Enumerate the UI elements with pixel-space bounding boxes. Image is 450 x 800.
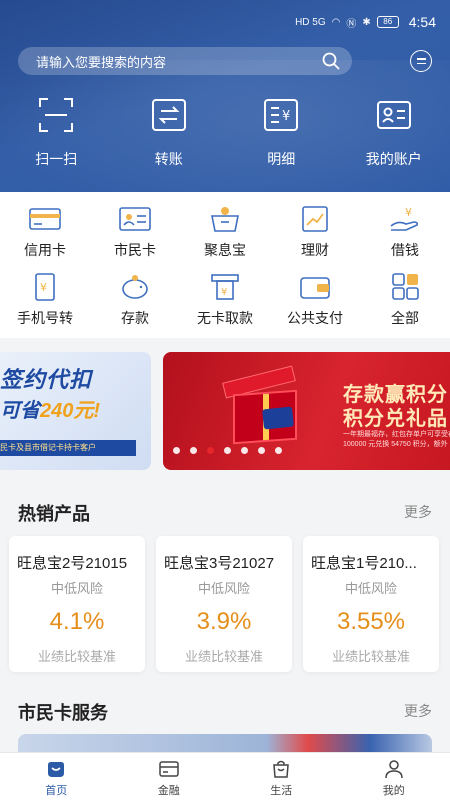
citizen-services-banner[interactable] [18, 734, 432, 754]
service-wealth[interactable]: 理财 [270, 204, 360, 260]
status-bar: HD 5G ◠ Ⓝ ✱ 86 4:54 [295, 12, 436, 32]
citizen-services-title: 市民卡服务 [18, 703, 108, 723]
svg-text:¥: ¥ [40, 281, 47, 294]
carousel-dot[interactable] [275, 447, 282, 454]
service-interest-basket[interactable]: 聚息宝 [180, 204, 270, 260]
service-loan[interactable]: ¥ 借钱 [360, 204, 450, 260]
banner-left-line1: 签约代扣 [0, 367, 93, 392]
header: HD 5G ◠ Ⓝ ✱ 86 4:54 请输入您要搜索的内容 扫一扫 转账 ¥ … [0, 0, 450, 192]
banner-main-fineprint: 一年期最福存，红包存单户可享受存 100000 元兑换 54750 积分，额外 [343, 431, 450, 448]
network-indicator: HD 5G [295, 16, 326, 28]
credit-card-icon [29, 208, 61, 230]
battery-icon: 86 [376, 16, 399, 28]
product-card[interactable]: 旺息宝1号210... 中低风险 3.55% 业绩比较基准 [303, 536, 439, 672]
carousel-dot[interactable] [224, 447, 231, 454]
search-input[interactable]: 请输入您要搜索的内容 [18, 47, 352, 75]
interest-basket-icon [211, 207, 239, 232]
quick-action-scan[interactable]: 扫一扫 [0, 96, 113, 169]
statement-icon: ¥ [264, 99, 299, 131]
banner-auto-debit[interactable]: 签约代扣 可省240元! 民卡及县市借记卡持卡客户 [0, 352, 151, 470]
product-card[interactable]: 旺息宝3号21027 中低风险 3.9% 业绩比较基准 [156, 536, 292, 672]
carousel-dot[interactable] [173, 447, 180, 454]
carousel-dot[interactable] [207, 447, 214, 454]
home-icon [48, 762, 65, 777]
citizen-card-icon [119, 207, 151, 231]
svg-text:¥: ¥ [282, 109, 290, 124]
service-citizen-card[interactable]: 市民卡 [90, 204, 180, 260]
service-deposit[interactable]: 存款 [90, 272, 180, 328]
finance-card-icon [159, 761, 179, 777]
account-icon [376, 101, 411, 129]
profile-icon [385, 760, 403, 779]
tab-life[interactable]: 生活 [225, 753, 338, 800]
loan-hand-icon: ¥ [390, 206, 418, 231]
tab-me[interactable]: 我的 [338, 753, 450, 800]
quick-action-my-account[interactable]: 我的账户 [338, 96, 450, 169]
quick-actions: 扫一扫 转账 ¥ 明细 我的账户 [0, 96, 450, 169]
wallet-icon [300, 277, 330, 299]
service-credit-card[interactable]: 信用卡 [0, 204, 90, 260]
carousel-dot[interactable] [258, 447, 265, 454]
hot-products-more-link[interactable]: 更多 [404, 502, 432, 522]
service-phone-transfer[interactable]: ¥ 手机号转 [0, 272, 90, 328]
citizen-services-more-link[interactable]: 更多 [404, 701, 432, 721]
grid-all-icon [392, 273, 419, 300]
search-icon[interactable] [322, 52, 340, 70]
service-all[interactable]: 全部 [360, 272, 450, 328]
tab-home[interactable]: 首页 [0, 753, 113, 800]
quick-action-statement[interactable]: ¥ 明细 [225, 96, 338, 169]
transfer-icon [151, 99, 186, 131]
hot-products-title: 热销产品 [18, 504, 90, 524]
service-cardless-withdraw[interactable]: ¥ 无卡取款 [180, 272, 270, 328]
bottom-tab-bar: 首页 金融 生活 我的 [0, 752, 450, 800]
banner-main-line2: 积分兑礼品 [343, 408, 448, 430]
bank-card-image [262, 406, 294, 430]
svg-text:¥: ¥ [405, 206, 412, 219]
banner-left-line2: 可省240元! [0, 400, 101, 422]
banner-left-line3: 民卡及县市借记卡持卡客户 [0, 440, 136, 456]
cardless-withdraw-icon: ¥ [211, 274, 239, 300]
hot-products-list: 旺息宝2号21015 中低风险 4.1% 业绩比较基准 旺息宝3号21027 中… [9, 536, 441, 672]
status-time: 4:54 [408, 14, 436, 30]
wifi-icon: ◠ [331, 16, 341, 28]
message-icon[interactable] [410, 50, 432, 72]
product-card[interactable]: 旺息宝2号21015 中低风险 4.1% 业绩比较基准 [9, 536, 145, 672]
services-grid: 信用卡 市民卡 聚息宝 理财 ¥ 借钱 ¥ 手机号转 存款 ¥ 无卡取款 公共支… [0, 192, 450, 338]
service-public-payment[interactable]: 公共支付 [270, 272, 360, 328]
shopping-bag-icon [273, 760, 290, 778]
wealth-chart-icon [302, 206, 328, 232]
tab-finance[interactable]: 金融 [113, 753, 226, 800]
search-placeholder: 请输入您要搜索的内容 [36, 54, 167, 70]
nfc-icon: Ⓝ [346, 18, 357, 30]
phone-transfer-icon: ¥ [35, 273, 55, 301]
carousel-dot[interactable] [241, 447, 248, 454]
carousel-dots [173, 447, 282, 454]
svg-text:¥: ¥ [221, 287, 227, 298]
bluetooth-icon: ✱ [362, 16, 371, 28]
scan-icon [39, 98, 74, 132]
piggy-bank-icon [122, 275, 148, 299]
carousel-dot[interactable] [190, 447, 197, 454]
quick-action-transfer[interactable]: 转账 [113, 96, 226, 169]
